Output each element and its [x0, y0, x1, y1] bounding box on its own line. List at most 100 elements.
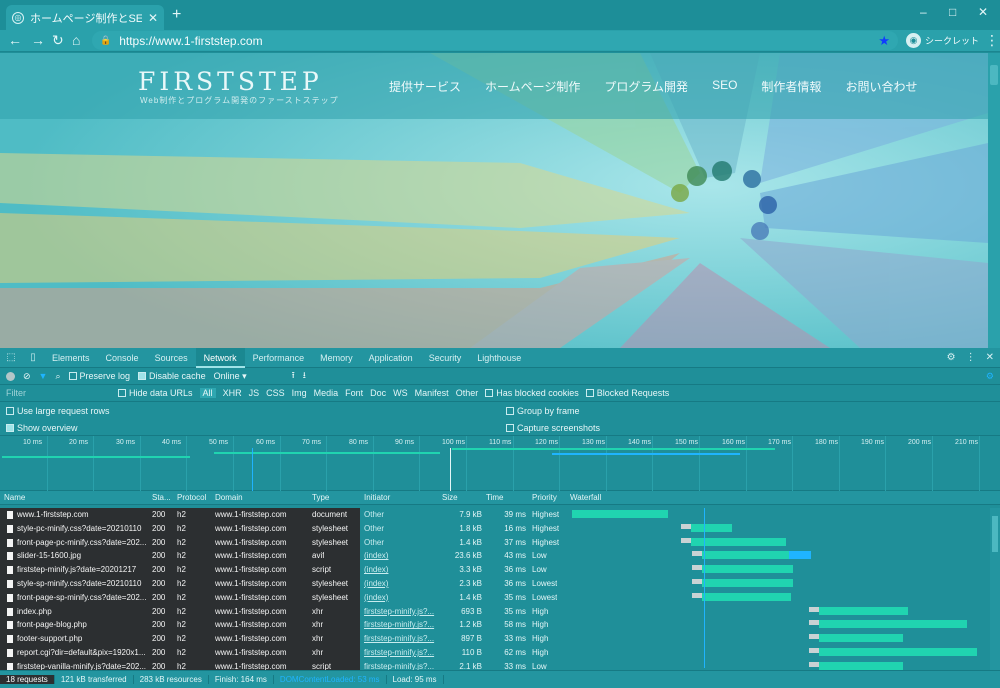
show-overview-checkbox[interactable]: Show overview — [6, 423, 78, 433]
table-row[interactable]: front-page-blog.php 200 h2 www.1-firststep.… — [0, 618, 1000, 633]
has-blocked-cookies-checkbox[interactable]: Has blocked cookies — [485, 388, 579, 398]
throttle-select[interactable]: Online ▾ — [214, 371, 284, 382]
group-by-frame-checkbox[interactable]: Group by frame — [506, 406, 580, 416]
request-initiator[interactable]: firststep-minify.js?... — [364, 607, 436, 616]
request-initiator[interactable]: firststep-minify.js?... — [364, 648, 436, 657]
close-window-button[interactable]: ✕ — [978, 5, 988, 19]
bookmark-star-icon[interactable]: ★ — [878, 33, 890, 49]
tab-lighthouse[interactable]: Lighthouse — [469, 353, 529, 363]
table-row[interactable]: footer-support.php 200 h2 www.1-firststep.c… — [0, 632, 1000, 646]
request-initiator[interactable]: (index) — [364, 565, 436, 574]
nav-contact[interactable]: お問い合わせ — [845, 78, 917, 95]
filter-xhr[interactable]: XHR — [223, 388, 242, 398]
site-logo[interactable]: FIRSTSTEP — [138, 67, 323, 96]
filter-media[interactable]: Media — [314, 388, 339, 398]
disable-cache-checkbox[interactable]: Disable cache — [138, 371, 206, 381]
tab-memory[interactable]: Memory — [312, 353, 361, 363]
table-row[interactable]: www.1-firststep.com 200 h2 www.1-firststep.… — [0, 508, 1000, 522]
request-name[interactable]: style-pc-minify.css?date=20210110 — [17, 524, 147, 533]
request-name[interactable]: footer-support.php — [17, 634, 147, 643]
minimize-button[interactable]: – — [920, 5, 927, 19]
filter-other[interactable]: Other — [456, 388, 479, 398]
filter-ws[interactable]: WS — [393, 388, 408, 398]
tab-application[interactable]: Application — [361, 353, 421, 363]
browser-tab[interactable]: ◎ ホームページ制作とSEO対策な ✕ — [6, 5, 164, 30]
back-icon[interactable]: ← — [8, 32, 22, 48]
col-protocol[interactable]: Protocol — [177, 493, 206, 502]
request-initiator[interactable]: (index) — [364, 579, 436, 588]
table-row[interactable]: firststep-minify.js?date=20201217 200 h2 ww… — [0, 563, 1000, 577]
nav-services[interactable]: 提供サービス — [389, 78, 461, 95]
request-name[interactable]: front-page-blog.php — [17, 620, 147, 629]
tab-network[interactable]: Network — [195, 347, 245, 368]
reload-icon[interactable]: ↻ — [52, 32, 64, 49]
export-har-icon[interactable]: ⭳ — [303, 368, 306, 384]
request-initiator[interactable]: (index) — [364, 551, 436, 560]
maximize-button[interactable]: □ — [949, 5, 956, 19]
table-row[interactable]: style-sp-minify.css?date=20210110 200 h2 ww… — [0, 577, 1000, 591]
request-name[interactable]: front-page-sp-minify.css?date=202... — [17, 593, 147, 602]
col-type[interactable]: Type — [312, 493, 329, 502]
tab-security[interactable]: Security — [421, 353, 470, 363]
col-time[interactable]: Time — [486, 493, 503, 502]
address-bar[interactable]: 🔒 https://www.1-firststep.com ★ — [92, 31, 898, 50]
browser-menu-icon[interactable]: ⋮ — [985, 32, 999, 49]
request-name[interactable]: front-page-pc-minify.css?date=202... — [17, 538, 147, 547]
request-name[interactable]: report.cgi?dir=default&pix=1920x1... — [17, 648, 147, 657]
request-initiator[interactable]: (index) — [364, 593, 436, 602]
request-name[interactable]: slider-15-1600.jpg — [17, 551, 147, 560]
inspect-icon[interactable]: ⬚ — [0, 352, 22, 363]
col-status[interactable]: Sta... — [152, 493, 171, 502]
request-name[interactable]: style-sp-minify.css?date=20210110 — [17, 579, 147, 588]
blocked-requests-checkbox[interactable]: Blocked Requests — [585, 388, 669, 398]
filter-all[interactable]: All — [199, 388, 216, 398]
request-table-scrollbar[interactable] — [990, 508, 1000, 670]
filter-doc[interactable]: Doc — [370, 388, 386, 398]
col-priority[interactable]: Priority — [532, 493, 557, 502]
scrollbar-thumb[interactable] — [990, 65, 998, 85]
request-initiator[interactable]: firststep-minify.js?... — [364, 620, 436, 629]
close-devtools-icon[interactable]: ✕ — [986, 352, 994, 363]
request-initiator[interactable]: firststep-minify.js?... — [364, 634, 436, 643]
forward-icon[interactable]: → — [31, 32, 45, 48]
overview-timeline[interactable]: 10 ms 20 ms 30 ms 40 ms 50 ms 60 ms 70 ms 80 ms… — [0, 436, 1000, 491]
nav-homepage[interactable]: ホームページ制作 — [485, 78, 580, 95]
col-size[interactable]: Size — [442, 493, 458, 502]
filter-css[interactable]: CSS — [266, 388, 285, 398]
settings-gear-icon[interactable]: ⚙ — [947, 352, 956, 363]
page-scrollbar[interactable] — [988, 53, 1000, 348]
nav-author[interactable]: 制作者情報 — [761, 78, 821, 95]
close-tab-icon[interactable]: ✕ — [148, 11, 158, 25]
device-toggle-icon[interactable]: ▯ — [22, 352, 44, 363]
scrollbar-thumb[interactable] — [992, 516, 998, 552]
import-har-icon[interactable]: ⭱ — [292, 368, 295, 384]
filter-js[interactable]: JS — [249, 388, 260, 398]
table-row[interactable]: report.cgi?dir=default&pix=1920x1... 200 h… — [0, 646, 1000, 660]
tab-sources[interactable]: Sources — [147, 353, 196, 363]
col-name[interactable]: Name — [4, 493, 25, 502]
nav-seo[interactable]: SEO — [712, 78, 737, 95]
filter-img[interactable]: Img — [292, 388, 307, 398]
home-icon[interactable]: ⌂ — [72, 32, 80, 48]
clear-icon[interactable]: ⊘ — [23, 371, 31, 382]
large-rows-checkbox[interactable]: Use large request rows — [6, 406, 110, 416]
filter-manifest[interactable]: Manifest — [415, 388, 449, 398]
new-tab-button[interactable]: + — [172, 6, 181, 24]
filter-funnel-icon[interactable]: ▼ — [39, 371, 48, 381]
record-icon[interactable] — [6, 371, 15, 381]
request-name[interactable]: index.php — [17, 607, 147, 616]
col-domain[interactable]: Domain — [215, 493, 243, 502]
filter-input[interactable]: Filter — [6, 388, 111, 398]
table-row[interactable]: front-page-pc-minify.css?date=202... 200 h… — [0, 535, 1000, 550]
table-row[interactable]: slider-15-1600.jpg 200 h2 www.1-firststep.c… — [0, 549, 1000, 564]
tab-elements[interactable]: Elements — [44, 353, 98, 363]
request-name[interactable]: firststep-minify.js?date=20201217 — [17, 565, 147, 574]
capture-screenshots-checkbox[interactable]: Capture screenshots — [506, 423, 600, 433]
tab-console[interactable]: Console — [98, 353, 147, 363]
preserve-log-checkbox[interactable]: Preserve log — [68, 371, 130, 381]
incognito-profile[interactable]: ◉ シークレット — [906, 32, 979, 49]
filter-font[interactable]: Font — [345, 388, 363, 398]
search-icon[interactable]: ⌕ — [55, 371, 60, 382]
request-name[interactable]: www.1-firststep.com — [17, 510, 147, 519]
table-row[interactable]: index.php 200 h2 www.1-firststep.com xhr firs… — [0, 604, 1000, 619]
